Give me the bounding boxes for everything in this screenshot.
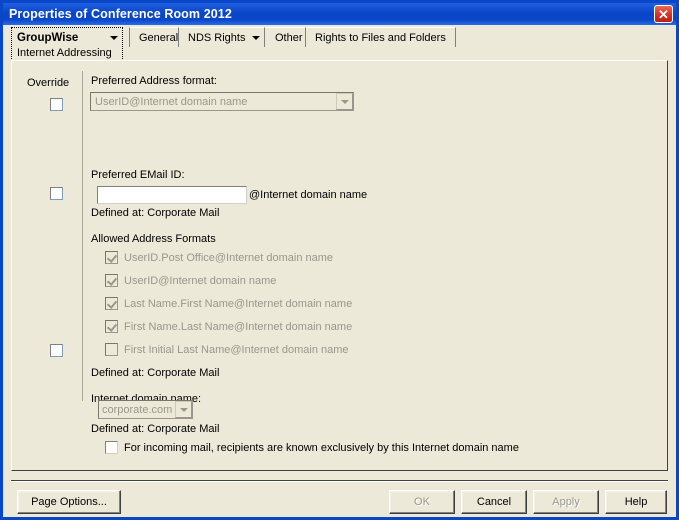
allowed-format-row-0[interactable]: UserID.Post Office@Internet domain name	[105, 251, 333, 264]
tab-content-panel: Override Preferred Address format: UserI…	[11, 60, 668, 471]
chevron-down-icon[interactable]	[336, 93, 353, 110]
tab-groupwise-title-row: GroupWise	[12, 28, 122, 46]
tab-groupwise[interactable]: GroupWise Internet Addressing	[11, 27, 123, 61]
internet-domain-name-combo[interactable]: corporate.com	[98, 400, 193, 419]
window-title: Properties of Conference Room 2012	[9, 7, 232, 21]
incoming-mail-exclusive-row[interactable]: For incoming mail, recipients are known …	[105, 441, 519, 454]
cancel-label: Cancel	[476, 496, 512, 508]
tab-nds-rights[interactable]: NDS Rights	[178, 27, 271, 47]
allowed-format-label-3: First Name.Last Name@Internet domain nam…	[124, 320, 353, 333]
incoming-mail-exclusive-label: For incoming mail, recipients are known …	[124, 441, 519, 454]
checkbox-icon[interactable]	[105, 274, 118, 287]
chevron-down-icon[interactable]	[110, 36, 118, 40]
tab-rights-label: Rights to Files and Folders	[315, 31, 446, 44]
internet-domain-name-value: corporate.com	[102, 403, 173, 416]
allowed-format-label-2: Last Name.First Name@Internet domain nam…	[124, 297, 353, 310]
tab-other-label: Other	[275, 31, 303, 44]
override-checkbox-internet-domain[interactable]	[50, 344, 63, 357]
preferred-email-id-suffix: @Internet domain name	[249, 189, 368, 201]
properties-dialog-window: Properties of Conference Room 2012 ✕ Gro…	[0, 0, 679, 520]
chevron-down-icon[interactable]	[175, 401, 192, 418]
preferred-address-format-value: UserID@Internet domain name	[95, 95, 248, 108]
allowed-format-row-4[interactable]: First Initial Last Name@Internet domain …	[105, 343, 349, 356]
checkbox-icon[interactable]	[105, 320, 118, 333]
allowed-format-label-4: First Initial Last Name@Internet domain …	[124, 343, 349, 356]
checkbox-icon[interactable]	[105, 297, 118, 310]
override-checkbox-address-format[interactable]	[50, 98, 63, 111]
allowed-format-label-0: UserID.Post Office@Internet domain name	[124, 251, 334, 264]
override-column-header: Override	[27, 77, 70, 89]
help-label: Help	[624, 496, 648, 508]
allowed-format-label-1: UserID@Internet domain name	[124, 274, 277, 287]
ok-button[interactable]: OK	[389, 490, 455, 514]
allowed-format-row-1[interactable]: UserID@Internet domain name	[105, 274, 276, 287]
checkbox-icon[interactable]	[105, 343, 118, 356]
preferred-address-format-label: Preferred Address format:	[91, 75, 217, 87]
defined-at-address-format: Defined at: Corporate Mail	[91, 207, 220, 219]
checkbox-icon[interactable]	[105, 441, 118, 454]
defined-at-allowed-formats: Defined at: Corporate Mail	[91, 367, 220, 379]
page-options-label: Page Options...	[31, 496, 107, 508]
ok-label: OK	[414, 496, 430, 508]
preferred-email-id-input[interactable]	[97, 186, 247, 204]
checkbox-icon[interactable]	[105, 251, 118, 264]
preferred-address-format-combo[interactable]: UserID@Internet domain name	[90, 92, 354, 111]
bottom-separator	[11, 480, 668, 482]
tab-nds-rights-label: NDS Rights	[188, 31, 246, 44]
tab-groupwise-sublabel: Internet Addressing	[17, 47, 112, 59]
help-button[interactable]: Help	[605, 490, 667, 514]
apply-button[interactable]: Apply	[533, 490, 599, 514]
override-checkbox-allowed-formats[interactable]	[50, 187, 63, 200]
apply-label: Apply	[552, 496, 580, 508]
allowed-format-row-2[interactable]: Last Name.First Name@Internet domain nam…	[105, 297, 352, 310]
tab-strip: GroupWise Internet Addressing General ND…	[3, 25, 676, 61]
tab-groupwise-label: GroupWise	[17, 32, 79, 44]
cancel-button[interactable]: Cancel	[461, 490, 527, 514]
title-bar: Properties of Conference Room 2012 ✕	[3, 3, 676, 25]
chevron-down-icon[interactable]	[252, 35, 261, 40]
preferred-email-id-label: Preferred EMail ID:	[91, 169, 185, 181]
allowed-format-row-3[interactable]: First Name.Last Name@Internet domain nam…	[105, 320, 352, 333]
page-options-button[interactable]: Page Options...	[17, 490, 121, 514]
section-divider	[82, 71, 83, 401]
allowed-address-formats-label: Allowed Address Formats	[91, 233, 216, 245]
defined-at-internet-domain: Defined at: Corporate Mail	[91, 423, 220, 435]
tab-general-label: General	[139, 31, 179, 44]
close-icon[interactable]: ✕	[654, 5, 673, 23]
tab-rights-to-files-and-folders[interactable]: Rights to Files and Folders	[305, 27, 456, 47]
